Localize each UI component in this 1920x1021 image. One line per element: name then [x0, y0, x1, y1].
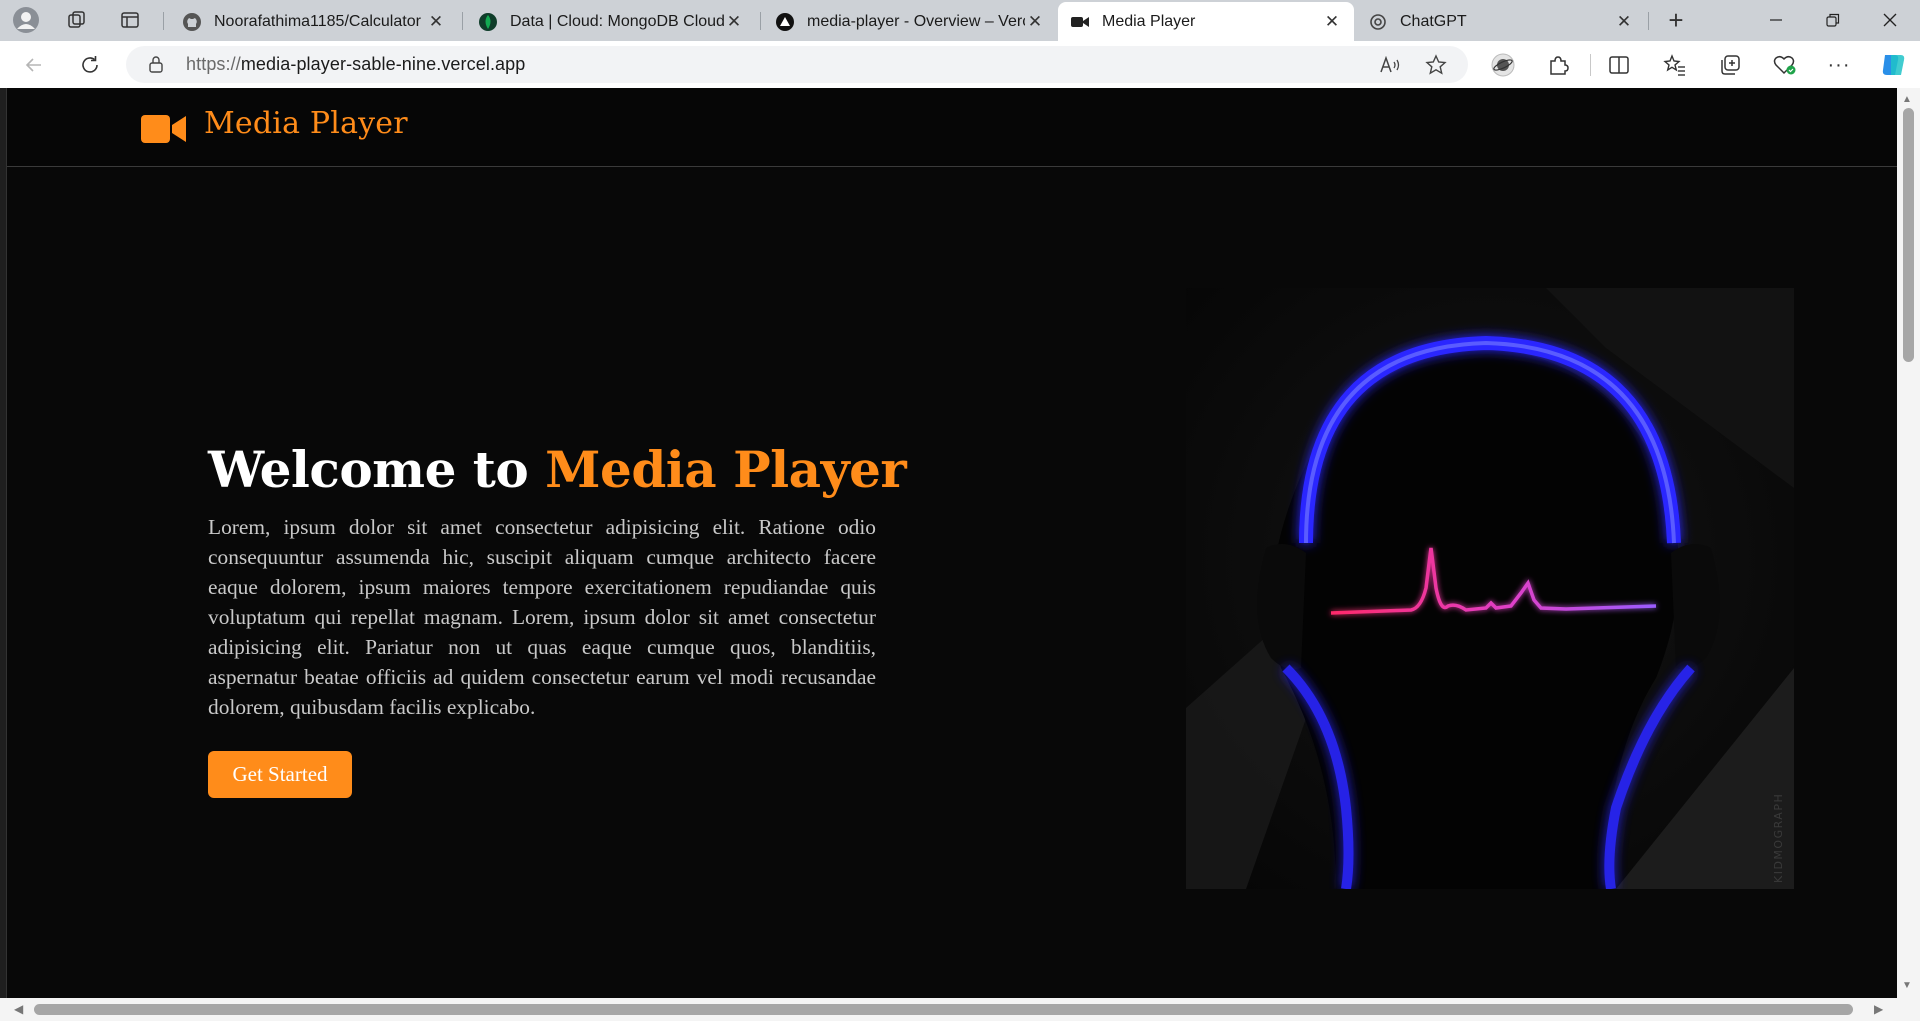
horizontal-scroll-thumb[interactable]: [34, 1004, 1853, 1015]
copilot-button[interactable]: [1876, 49, 1910, 81]
hero-title-accent: Media Player: [545, 440, 907, 499]
page-viewport: Media Player Welcome to Media Player Lor…: [6, 88, 1897, 998]
hero-title-prefix: Welcome to: [208, 440, 546, 499]
back-button[interactable]: [18, 49, 50, 81]
url-text[interactable]: https://media-player-sable-nine.vercel.a…: [186, 54, 525, 75]
tab-actions-icon: [121, 12, 139, 28]
hero-title: Welcome to Media Player: [208, 440, 907, 499]
scroll-right-icon[interactable]: ▶: [1874, 1002, 1883, 1016]
vertical-scrollbar[interactable]: ▲ ▼: [1897, 88, 1920, 998]
scroll-down-icon[interactable]: ▼: [1902, 980, 1912, 991]
split-screen-button[interactable]: [1602, 49, 1636, 81]
tab-title: Media Player: [1102, 12, 1196, 30]
minimize-button[interactable]: [1748, 0, 1804, 40]
collections-button[interactable]: [1713, 49, 1747, 81]
refresh-icon: [82, 56, 98, 73]
vertical-scroll-thumb[interactable]: [1903, 108, 1914, 362]
get-started-button[interactable]: Get Started: [208, 751, 352, 798]
back-arrow-icon: [25, 58, 41, 72]
browser-health-button[interactable]: [1768, 49, 1802, 81]
browser-essentials-button[interactable]: [1486, 49, 1520, 81]
tab-mongodb[interactable]: Data | Cloud: MongoDB Cloud ✕: [466, 2, 756, 41]
close-tab-icon[interactable]: ✕: [426, 12, 446, 32]
tab-title: Data | Cloud: MongoDB Cloud: [510, 12, 724, 30]
plus-icon: +: [1668, 4, 1684, 35]
new-tab-button[interactable]: +: [1659, 4, 1693, 36]
profile-avatar-icon: [13, 7, 39, 33]
toolbar-separator: [1590, 54, 1591, 76]
image-watermark: KIDMOGRAPH: [1772, 793, 1785, 883]
tab-title: media-player - Overview – Vercel: [807, 12, 1025, 30]
puzzle-icon: [1550, 56, 1569, 75]
restore-button[interactable]: [1805, 0, 1861, 40]
address-bar[interactable]: https://media-player-sable-nine.vercel.a…: [126, 46, 1468, 83]
mongodb-leaf-icon: [479, 12, 497, 31]
tab-title: ChatGPT: [1400, 12, 1467, 30]
heart-health-icon: [1773, 55, 1796, 75]
close-tab-icon[interactable]: ✕: [724, 12, 744, 32]
minimize-icon: [1770, 19, 1782, 21]
tab-title: Noorafathima1185/Calculator: [214, 12, 421, 30]
openai-icon: [1370, 13, 1386, 30]
tab-media-player[interactable]: Media Player ✕: [1058, 2, 1354, 41]
tab-separator: [163, 12, 164, 30]
restore-icon: [1826, 13, 1840, 27]
favorites-button[interactable]: [1658, 49, 1692, 81]
tab-separator: [760, 12, 761, 30]
tab-separator: [1648, 12, 1649, 30]
vertical-tabs-button[interactable]: [113, 4, 147, 36]
video-camera-icon[interactable]: [141, 115, 187, 143]
site-logo-text[interactable]: Media Player: [204, 106, 408, 141]
close-window-button[interactable]: [1862, 0, 1918, 40]
scroll-up-icon[interactable]: ▲: [1902, 94, 1912, 105]
settings-more-button[interactable]: ···: [1822, 49, 1856, 81]
more-dots-icon: ···: [1827, 53, 1851, 76]
url-host: media-player-sable-nine.vercel.app: [240, 54, 526, 74]
hero-description: Lorem, ipsum dolor sit amet consectetur …: [208, 515, 876, 719]
lock-icon[interactable]: [148, 55, 164, 73]
shield-planet-icon: [1491, 53, 1515, 77]
url-protocol: https://: [186, 54, 241, 74]
horizontal-scrollbar[interactable]: ◀ ▶: [0, 998, 1920, 1021]
scroll-left-icon[interactable]: ◀: [14, 1002, 23, 1016]
copilot-icon: [1882, 55, 1905, 75]
favorites-list-icon: [1663, 54, 1685, 76]
read-aloud-icon: [1380, 56, 1400, 73]
close-tab-icon[interactable]: ✕: [1322, 12, 1342, 32]
workspaces-icon: [68, 11, 85, 28]
profile-button[interactable]: [9, 4, 43, 36]
workspaces-button[interactable]: [60, 4, 94, 36]
video-camera-icon: [1071, 16, 1089, 27]
close-tab-icon[interactable]: ✕: [1025, 12, 1045, 32]
read-aloud-button[interactable]: [1374, 49, 1406, 81]
navigation-bar: https://media-player-sable-nine.vercel.a…: [0, 41, 1920, 88]
github-icon: [183, 12, 201, 31]
collections-icon: [1721, 55, 1740, 75]
extensions-button[interactable]: [1541, 49, 1575, 81]
tab-github[interactable]: Noorafathima1185/Calculator ✕: [170, 2, 458, 41]
tab-vercel[interactable]: media-player - Overview – Vercel ✕: [763, 2, 1057, 41]
refresh-button[interactable]: [74, 49, 106, 81]
close-icon: [1883, 13, 1897, 27]
close-tab-icon[interactable]: ✕: [1614, 12, 1634, 32]
star-icon: [1425, 54, 1447, 75]
headphones-illustration: KIDMOGRAPH: [1186, 288, 1794, 889]
tab-chatgpt[interactable]: ChatGPT ✕: [1356, 2, 1646, 41]
split-screen-icon: [1609, 56, 1629, 74]
tab-separator: [462, 12, 463, 30]
tab-strip: Noorafathima1185/Calculator ✕ Data | Clo…: [0, 0, 1920, 41]
site-header: Media Player: [7, 88, 1897, 167]
vercel-triangle-icon: [776, 12, 794, 31]
favorite-button[interactable]: [1420, 49, 1452, 81]
